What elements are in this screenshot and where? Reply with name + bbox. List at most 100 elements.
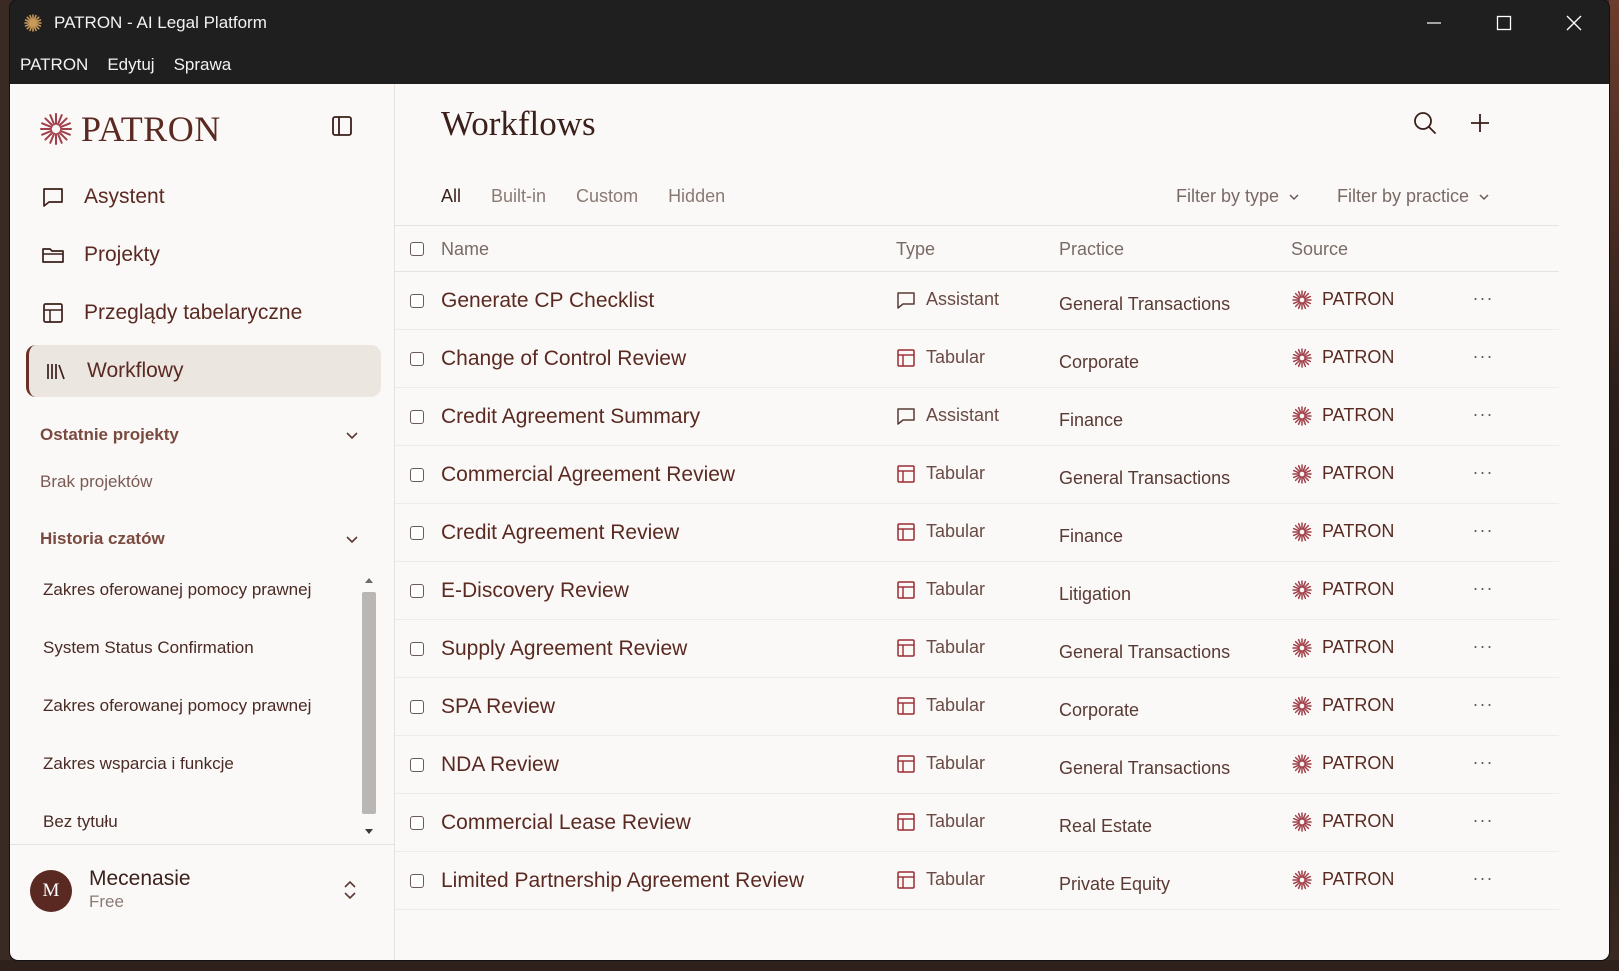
more-options-icon[interactable]: ··· <box>1469 634 1497 658</box>
collapse-sidebar-button[interactable] <box>330 114 356 140</box>
chat-history-item[interactable]: Zakres oferowanej pomocy prawnej <box>43 580 333 600</box>
table-row[interactable]: Credit Agreement Review Tabular Finance PAT… <box>395 504 1559 562</box>
column-header-source[interactable]: Source <box>1291 239 1348 260</box>
workflow-practice: General Transactions <box>1059 294 1231 314</box>
minimize-button[interactable] <box>1399 0 1469 45</box>
app-window: PATRON - AI Legal Platform PATRON Edytuj… <box>10 0 1609 960</box>
column-header-practice[interactable]: Practice <box>1059 239 1124 260</box>
patron-star-icon <box>1292 289 1312 310</box>
row-checkbox[interactable] <box>410 352 424 366</box>
table-row[interactable]: Commercial Lease Review Tabular Real Estat… <box>395 794 1559 852</box>
recent-projects-header[interactable]: Ostatnie projekty <box>40 425 360 445</box>
scroll-thumb[interactable] <box>362 592 376 814</box>
chat-history-item[interactable]: System Status Confirmation <box>43 638 333 658</box>
chat-history-header[interactable]: Historia czatów <box>40 529 360 549</box>
menu-edytuj[interactable]: Edytuj <box>107 55 154 75</box>
filter-by-practice-label: Filter by practice <box>1337 186 1470 206</box>
chat-history-item[interactable]: Bez tytułu <box>43 812 333 832</box>
workflow-type-label: Tabular <box>926 463 986 483</box>
more-options-icon[interactable]: ··· <box>1469 286 1497 310</box>
table-row[interactable]: Change of Control Review Tabular Corporate… <box>395 330 1559 388</box>
row-checkbox[interactable] <box>410 816 424 830</box>
workflow-source: PATRON <box>1292 695 1394 716</box>
scroll-up-icon[interactable] <box>363 574 375 586</box>
workflow-type: Tabular <box>896 695 985 716</box>
more-options-icon[interactable]: ··· <box>1469 518 1497 542</box>
table-row[interactable]: Limited Partnership Agreement Review Tabu… <box>395 852 1559 910</box>
row-checkbox[interactable] <box>410 642 424 656</box>
sidebar-item-projekty[interactable]: Projekty <box>26 229 381 281</box>
workflow-source-label: PATRON <box>1322 579 1395 599</box>
chevron-up-down-icon[interactable] <box>340 878 360 902</box>
row-checkbox[interactable] <box>410 410 424 424</box>
sidebar-item-label: Workflowy <box>87 359 184 382</box>
search-icon[interactable] <box>1411 109 1439 137</box>
table-row[interactable]: Supply Agreement Review Tabular General Tr… <box>395 620 1559 678</box>
more-options-icon[interactable]: ··· <box>1469 692 1497 716</box>
row-checkbox[interactable] <box>410 584 424 598</box>
workflow-practice: General Transactions <box>1059 468 1231 488</box>
filter-by-type-dropdown[interactable]: Filter by type <box>1176 186 1301 207</box>
more-options-icon[interactable]: ··· <box>1469 750 1497 774</box>
column-header-name[interactable]: Name <box>441 239 489 260</box>
tab-hidden[interactable]: Hidden <box>668 186 725 207</box>
table-row[interactable]: SPA Review Tabular Corporate PATRON ··· <box>395 678 1559 736</box>
tab-custom[interactable]: Custom <box>576 186 638 207</box>
row-checkbox[interactable] <box>410 526 424 540</box>
add-workflow-icon[interactable] <box>1466 109 1494 137</box>
sidebar-item-przeglady[interactable]: Przeglądy tabelaryczne <box>26 287 381 339</box>
table-row[interactable]: Credit Agreement Summary Assistant Finance… <box>395 388 1559 446</box>
row-checkbox[interactable] <box>410 700 424 714</box>
table-icon <box>896 580 916 600</box>
brand-logo[interactable]: PATRON <box>39 108 221 150</box>
table-row[interactable]: Generate CP Checklist Assistant General Tr… <box>395 272 1559 330</box>
filter-by-practice-dropdown[interactable]: Filter by practice <box>1337 186 1491 207</box>
workflow-type: Tabular <box>896 463 985 484</box>
window-title: PATRON - AI Legal Platform <box>54 12 267 32</box>
tab-all[interactable]: All <box>441 186 461 207</box>
chat-history-scrollbar[interactable] <box>359 568 379 844</box>
table-icon <box>896 812 916 832</box>
select-all-checkbox[interactable] <box>410 242 424 256</box>
workflow-source-label: PATRON <box>1322 811 1395 831</box>
row-checkbox[interactable] <box>410 468 424 482</box>
chat-history-item[interactable]: Zakres wsparcia i funkcje <box>43 754 333 774</box>
workflow-type-label: Tabular <box>926 811 986 831</box>
more-options-icon[interactable]: ··· <box>1469 866 1497 890</box>
table-row[interactable]: Commercial Agreement Review Tabular Genera… <box>395 446 1559 504</box>
title-bar[interactable]: PATRON - AI Legal Platform <box>10 0 1609 45</box>
chat-icon <box>896 290 916 310</box>
workflow-type: Tabular <box>896 579 985 600</box>
row-checkbox[interactable] <box>410 874 424 888</box>
scroll-down-icon[interactable] <box>363 826 375 838</box>
sidebar-item-asystent[interactable]: Asystent <box>26 171 381 223</box>
user-account[interactable]: M Mecenasie Free <box>10 844 395 960</box>
more-options-icon[interactable]: ··· <box>1469 344 1497 368</box>
sidebar-item-workflowy[interactable]: Workflowy <box>26 345 381 397</box>
chat-history-list: Zakres oferowanej pomocy prawnej System … <box>10 568 395 844</box>
close-button[interactable] <box>1539 0 1609 45</box>
filter-by-type-label: Filter by type <box>1176 186 1280 206</box>
maximize-button[interactable] <box>1469 0 1539 45</box>
row-checkbox[interactable] <box>410 294 424 308</box>
workflow-source: PATRON <box>1292 347 1394 368</box>
menu-sprawa[interactable]: Sprawa <box>174 55 232 75</box>
column-header-type[interactable]: Type <box>896 239 935 260</box>
recent-projects-title: Ostatnie projekty <box>40 425 179 444</box>
more-options-icon[interactable]: ··· <box>1469 808 1497 832</box>
workflow-type-label: Assistant <box>926 289 1000 309</box>
chat-history-item[interactable]: Zakres oferowanej pomocy prawnej <box>43 696 333 716</box>
workflow-practice: Corporate <box>1059 352 1140 372</box>
more-options-icon[interactable]: ··· <box>1469 460 1497 484</box>
workflow-tabs: All Built-in Custom Hidden <box>441 186 755 207</box>
page-title: Workflows <box>441 104 596 143</box>
tab-built-in[interactable]: Built-in <box>491 186 546 207</box>
more-options-icon[interactable]: ··· <box>1469 402 1497 426</box>
patron-star-icon <box>1292 637 1312 658</box>
table-icon <box>896 522 916 542</box>
more-options-icon[interactable]: ··· <box>1469 576 1497 600</box>
table-row[interactable]: E-Discovery Review Tabular Litigation PATRO… <box>395 562 1559 620</box>
menu-patron[interactable]: PATRON <box>20 55 88 75</box>
table-row[interactable]: NDA Review Tabular General Transactions PAT… <box>395 736 1559 794</box>
row-checkbox[interactable] <box>410 758 424 772</box>
